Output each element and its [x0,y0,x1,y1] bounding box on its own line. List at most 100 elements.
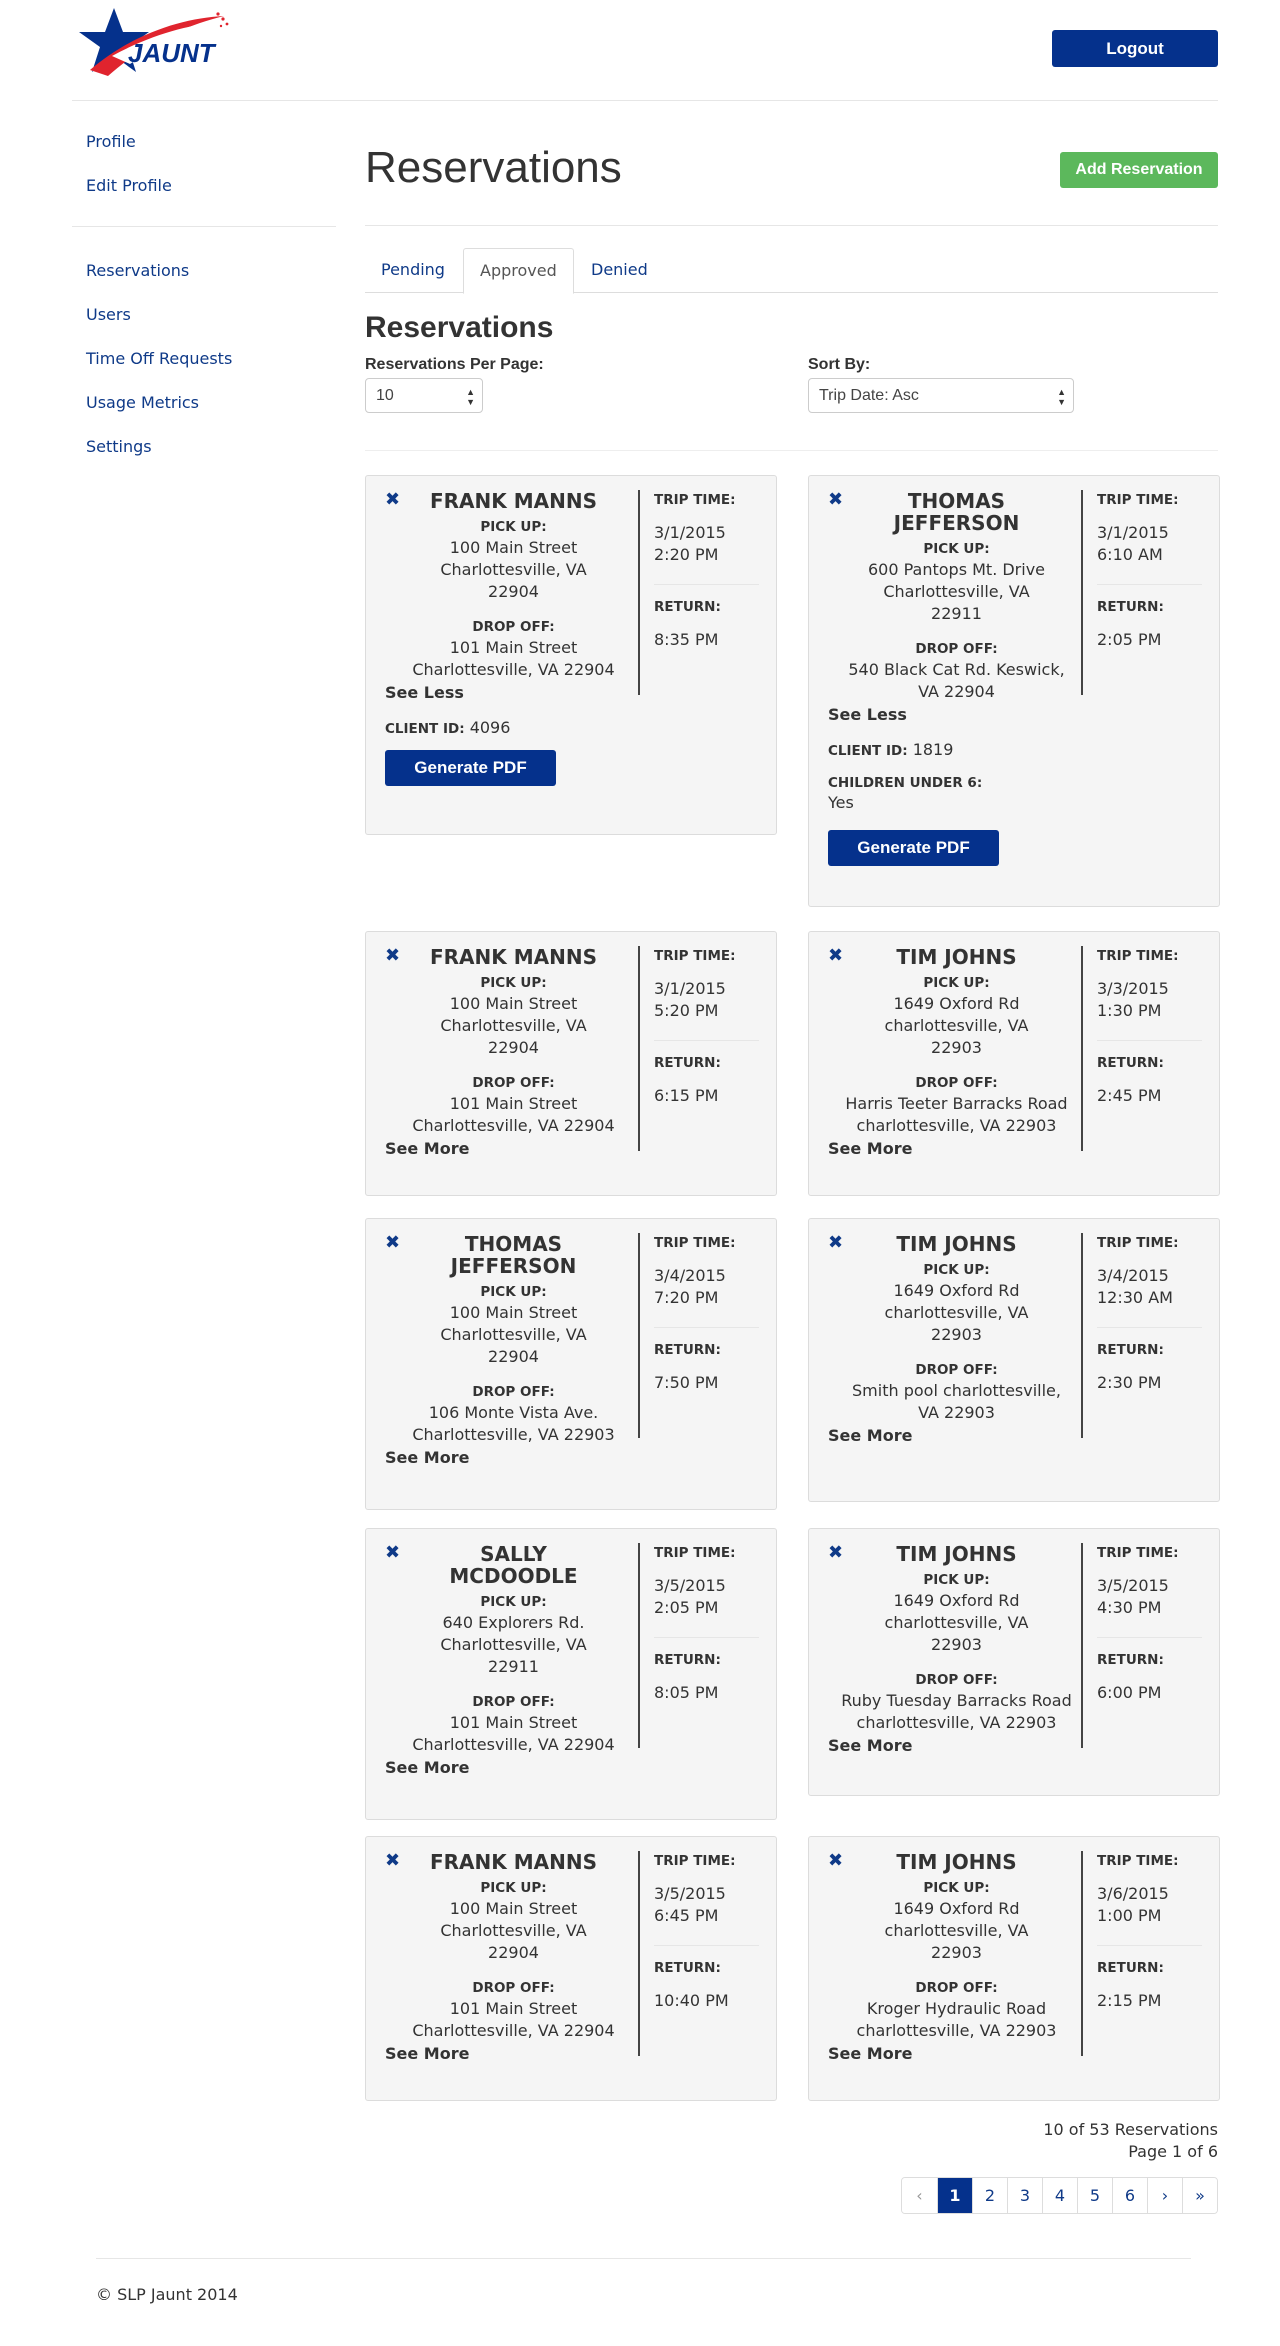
time-divider [654,584,759,585]
logout-button[interactable]: Logout [1052,30,1218,67]
sidebar-item-usage-metrics[interactable]: Usage Metrics [72,381,336,425]
client-id-label: CLIENT ID: [385,721,465,737]
sidebar-item-profile[interactable]: Profile [72,120,336,164]
dropoff-address-line: charlottesville, VA 22903 [856,1713,1057,1732]
card-divider [638,1233,640,1438]
reservation-card: ✖ FRANK MANNS PICK UP: 100 Main Street Ch… [365,475,777,835]
next-page-button[interactable]: › [1147,2178,1182,2213]
trip-details: TIM JOHNS PICK UP: 1649 Oxford Rd charlot… [829,1543,1084,1734]
header: JAUNT Logout [72,0,1218,101]
client-name: MCDOODLE [449,1564,578,1588]
tab-denied[interactable]: Denied [575,248,664,293]
client-name: JEFFERSON [893,511,1020,535]
trip-time-label: TRIP TIME: [654,492,736,508]
see-more-toggle[interactable]: See More [828,1139,912,1159]
time-divider [654,1040,759,1041]
return-label: RETURN: [654,1652,721,1668]
sidebar-item-settings[interactable]: Settings [72,425,336,469]
trip-time-label: TRIP TIME: [1097,948,1179,964]
generate-pdf-button[interactable]: Generate PDF [828,830,999,866]
pickup-address-line: 100 Main Street [449,994,578,1013]
trip-details: TIM JOHNS PICK UP: 1649 Oxford Rd charlot… [829,1233,1084,1424]
section-title: Reservations [365,311,554,344]
pickup-label: PICK UP: [480,975,547,991]
see-more-toggle[interactable]: See More [828,2044,912,2064]
time-divider [654,1327,759,1328]
page-button-1[interactable]: 1 [937,2178,972,2213]
prev-page-button[interactable]: ‹ [902,2178,937,2213]
sort-by-value: Trip Date: Asc [819,387,919,404]
pickup-address-line: Charlottesville, VA [883,582,1030,601]
pickup-address-line: 22903 [931,1325,982,1344]
page-button-3[interactable]: 3 [1007,2178,1042,2213]
trip-details: FRANK MANNS PICK UP: 100 Main Street Char… [386,490,641,681]
sidebar-item-time-off-requests[interactable]: Time Off Requests [72,337,336,381]
trip-details: SALLY MCDOODLE PICK UP: 640 Explorers Rd.… [386,1543,641,1756]
tab-approved[interactable]: Approved [463,248,574,294]
trip-time: 4:30 PM [1097,1598,1162,1617]
dropoff-label: DROP OFF: [915,1362,998,1378]
add-reservation-button[interactable]: Add Reservation [1060,152,1218,188]
see-more-toggle[interactable]: See More [385,1448,469,1468]
pickup-label: PICK UP: [480,1594,547,1610]
page-button-4[interactable]: 4 [1042,2178,1077,2213]
client-name: THOMAS [464,1232,563,1256]
jaunt-logo[interactable]: JAUNT [72,4,237,79]
see-more-toggle[interactable]: See More [828,1426,912,1446]
trip-time: 1:00 PM [1097,1906,1162,1925]
client-name-block: TIM JOHNS [829,1233,1084,1255]
see-more-toggle[interactable]: See More [385,1139,469,1159]
tab-pending[interactable]: Pending [365,248,461,293]
pickup-address-line: Charlottesville, VA [440,560,587,579]
generate-pdf-button[interactable]: Generate PDF [385,750,556,786]
pickup-address-line: charlottesville, VA [884,1921,1029,1940]
trip-times: TRIP TIME: 3/1/2015 6:10 AM RETURN: 2:05… [1097,490,1202,651]
pickup-address-line: 22904 [488,1347,539,1366]
trip-date: 3/4/2015 [654,1266,726,1285]
return-label: RETURN: [1097,1342,1164,1358]
return-time: 8:05 PM [654,1683,719,1702]
return-label: RETURN: [1097,599,1164,615]
card-divider [1081,490,1083,695]
pickup-address-line: 1649 Oxford Rd [893,1899,1020,1918]
client-name-block: FRANK MANNS [386,1851,641,1873]
trip-details: THOMAS JEFFERSON PICK UP: 100 Main Street… [386,1233,641,1446]
footer-copyright: © SLP Jaunt 2014 [96,2285,238,2304]
page-button-6[interactable]: 6 [1112,2178,1147,2213]
see-more-toggle[interactable]: See More [385,1758,469,1778]
dropoff-address-line: 101 Main Street [449,1094,578,1113]
dropoff-label: DROP OFF: [472,619,555,635]
reservation-card: ✖ FRANK MANNS PICK UP: 100 Main Street Ch… [365,1836,777,2101]
client-name-block: FRANK MANNS [386,490,641,512]
sidebar-item-reservations[interactable]: Reservations [72,249,336,293]
trip-times: TRIP TIME: 3/1/2015 2:20 PM RETURN: 8:35… [654,490,759,651]
logo-wordmark: JAUNT [128,38,217,68]
sort-by-select[interactable]: Trip Date: Asc ▲ ▼ [808,378,1074,413]
pickup-address-line: Charlottesville, VA [440,1921,587,1940]
sidebar-divider [72,226,336,227]
see-more-toggle[interactable]: See Less [385,683,464,703]
return-time: 2:05 PM [1097,630,1162,649]
client-name: SALLY [480,1542,547,1566]
see-more-toggle[interactable]: See Less [828,705,907,725]
reservation-card: ✖ TIM JOHNS PICK UP: 1649 Oxford Rd charl… [808,931,1220,1196]
page-button-2[interactable]: 2 [972,2178,1007,2213]
sidebar-item-users[interactable]: Users [72,293,336,337]
dropoff-address-line: Ruby Tuesday Barracks Road [841,1691,1072,1710]
page-button-5[interactable]: 5 [1077,2178,1112,2213]
last-page-button[interactable]: » [1182,2178,1217,2213]
per-page-select[interactable]: 10 ▲ ▼ [365,378,483,413]
see-more-toggle[interactable]: See More [828,1736,912,1756]
dropoff-address-line: Charlottesville, VA 22903 [412,1425,615,1444]
client-id: CLIENT ID: 1819 [828,740,953,759]
client-name: FRANK MANNS [429,945,597,969]
pickup-label: PICK UP: [923,1880,990,1896]
trip-times: TRIP TIME: 3/6/2015 1:00 PM RETURN: 2:15… [1097,1851,1202,2012]
see-more-toggle[interactable]: See More [385,2044,469,2064]
pickup-address-line: 100 Main Street [449,538,578,557]
trip-details: FRANK MANNS PICK UP: 100 Main Street Char… [386,1851,641,2042]
trip-date: 3/1/2015 [654,979,726,998]
sidebar-item-edit-profile[interactable]: Edit Profile [72,164,336,208]
sidebar: Profile Edit Profile Reservations Users … [72,120,336,469]
trip-time: 2:05 PM [654,1598,719,1617]
